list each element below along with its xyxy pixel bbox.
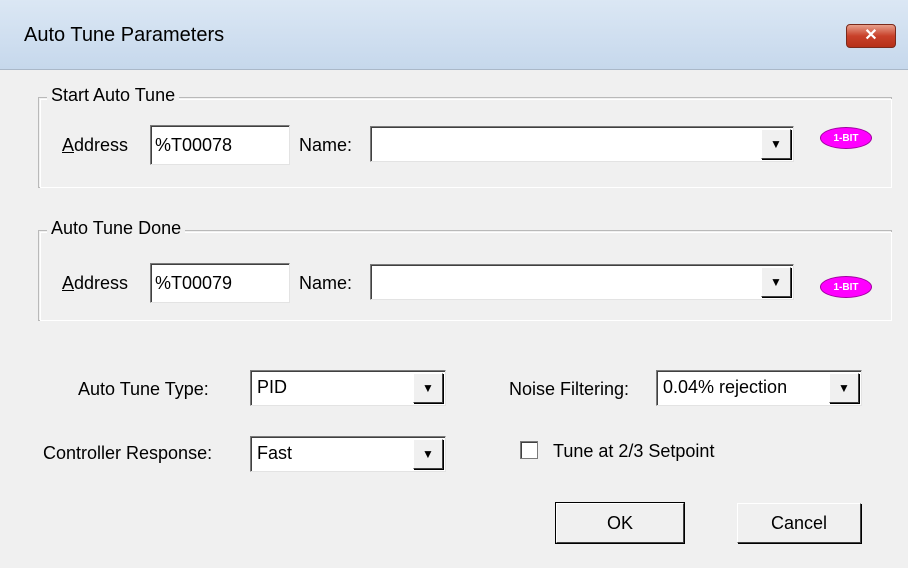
setpoint-label: Tune at 2/3 Setpoint <box>553 441 715 461</box>
title-bar: Auto Tune Parameters ✕ <box>0 0 908 70</box>
one-bit-badge: 1-BIT <box>820 127 872 149</box>
controller-response-dropdown[interactable]: Fast ▼ <box>250 436 446 472</box>
close-button[interactable]: ✕ <box>846 24 896 48</box>
auto-tune-type-label: Auto Tune Type: <box>78 379 209 399</box>
ok-button[interactable]: OK <box>555 502 685 544</box>
auto-tune-done-title: Auto Tune Done <box>47 218 186 239</box>
one-bit-badge: 1-BIT <box>820 276 872 298</box>
done-name-label: Name: <box>299 273 353 293</box>
setpoint-checkbox[interactable] <box>520 441 538 459</box>
close-icon: ✕ <box>864 27 878 44</box>
window-title: Auto Tune Parameters <box>24 24 225 46</box>
start-name-label: Name: <box>299 135 353 155</box>
done-address-input[interactable]: %T00079 <box>150 263 290 303</box>
auto-tune-type-dropdown[interactable]: PID ▼ <box>250 370 446 406</box>
controller-response-label: Controller Response: <box>43 443 213 463</box>
cancel-button[interactable]: Cancel <box>737 503 861 543</box>
chevron-down-icon[interactable]: ▼ <box>761 267 791 297</box>
done-address-label: Address <box>62 273 129 293</box>
chevron-down-icon[interactable]: ▼ <box>829 373 859 403</box>
done-name-dropdown[interactable]: ▼ <box>370 264 794 300</box>
chevron-down-icon[interactable]: ▼ <box>413 373 443 403</box>
start-name-dropdown[interactable]: ▼ <box>370 126 794 162</box>
chevron-down-icon[interactable]: ▼ <box>761 129 791 159</box>
noise-filtering-dropdown[interactable]: 0.04% rejection ▼ <box>656 370 862 406</box>
chevron-down-icon[interactable]: ▼ <box>413 439 443 469</box>
noise-filtering-label: Noise Filtering: <box>509 379 630 399</box>
start-auto-tune-title: Start Auto Tune <box>47 85 180 106</box>
start-address-input[interactable]: %T00078 <box>150 125 290 165</box>
start-address-label: Address <box>62 135 129 155</box>
